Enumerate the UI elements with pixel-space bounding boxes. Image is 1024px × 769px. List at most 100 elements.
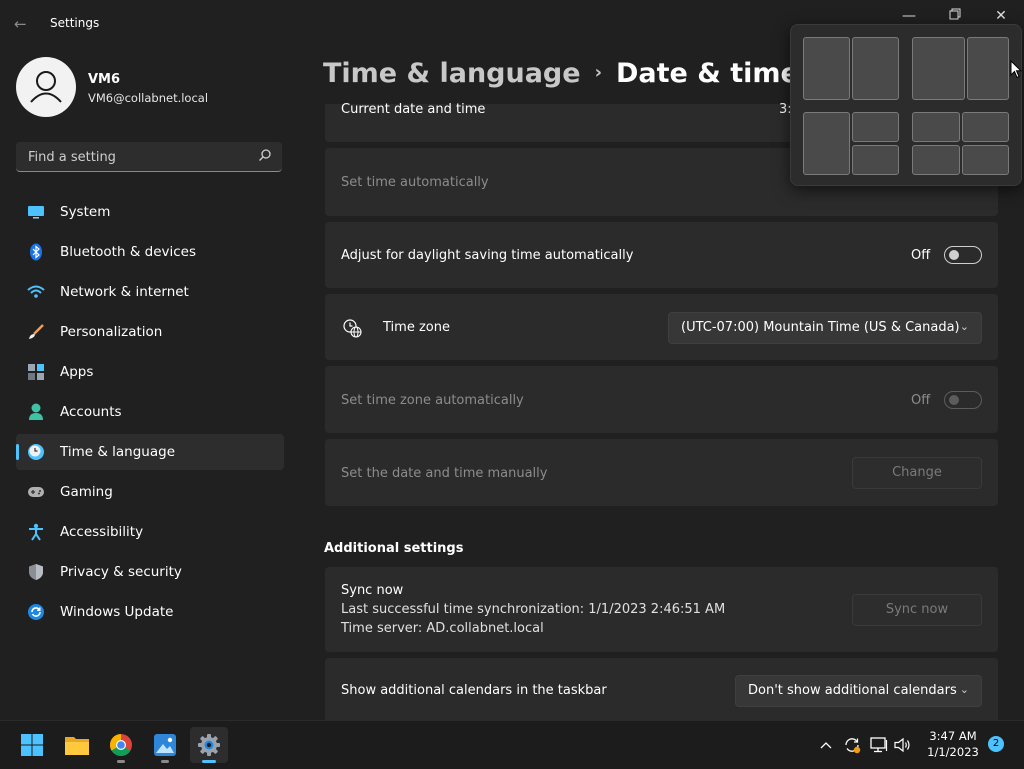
- snap-zone[interactable]: [962, 145, 1009, 175]
- sync-now-button[interactable]: Sync now: [852, 594, 982, 626]
- sidebar-item-label: Network & internet: [60, 284, 189, 300]
- calendars-value: Don't show additional calendars: [748, 683, 957, 698]
- sidebar-item-network[interactable]: Network & internet: [16, 274, 284, 310]
- shield-icon: [27, 563, 45, 581]
- time-zone-label: Time zone: [383, 320, 450, 335]
- set-time-zone-auto-label: Set time zone automatically: [341, 393, 524, 408]
- daylight-toggle[interactable]: [944, 246, 982, 264]
- sidebar-item-label: Apps: [60, 364, 94, 380]
- tz-toggle-state: Off: [911, 393, 931, 408]
- sidebar-nav: System Bluetooth & devices Network & int…: [16, 194, 284, 634]
- notification-badge[interactable]: 2: [988, 736, 1004, 752]
- time-zone-card: Time zone (UTC-07:00) Mountain Time (US …: [325, 294, 998, 360]
- taskbar-time: 3:47 AM: [929, 729, 977, 743]
- settings-button[interactable]: [190, 727, 228, 763]
- search-icon[interactable]: [258, 148, 272, 162]
- system-icon: [27, 203, 45, 221]
- sidebar-item-time-language[interactable]: Time & language: [16, 434, 284, 470]
- clock-globe-icon: [342, 318, 362, 342]
- person-icon: [30, 71, 62, 103]
- sidebar-item-label: Bluetooth & devices: [60, 244, 197, 260]
- additional-calendars-card: Show additional calendars in the taskbar…: [325, 658, 998, 720]
- snap-zone[interactable]: [962, 112, 1009, 142]
- sidebar-item-accounts[interactable]: Accounts: [16, 394, 284, 430]
- snap-zone[interactable]: [852, 145, 899, 175]
- brush-icon: [27, 323, 45, 341]
- bluetooth-icon: [27, 243, 45, 261]
- sidebar-item-label: Accessibility: [60, 524, 144, 540]
- volume-tray-icon[interactable]: [893, 735, 913, 755]
- taskbar-clock[interactable]: 3:47 AM 1/1/2023: [920, 728, 986, 760]
- user-email: VM6@collabnet.local: [88, 91, 209, 105]
- sidebar-item-label: Gaming: [60, 484, 113, 500]
- back-arrow-icon[interactable]: ←: [14, 14, 34, 34]
- snap-zone[interactable]: [912, 145, 960, 175]
- sync-tray-icon[interactable]: [842, 735, 862, 755]
- sync-now-title: Sync now: [341, 583, 404, 598]
- snap-zone[interactable]: [912, 37, 965, 100]
- sidebar-item-label: Privacy & security: [60, 564, 182, 580]
- restore-button[interactable]: [940, 8, 970, 24]
- tz-auto-toggle[interactable]: [944, 391, 982, 409]
- time-zone-dropdown[interactable]: (UTC-07:00) Mountain Time (US & Canada) …: [668, 312, 982, 344]
- sidebar-item-personalization[interactable]: Personalization: [16, 314, 284, 350]
- app-title: Settings: [50, 16, 100, 30]
- sidebar-item-system[interactable]: System: [16, 194, 284, 230]
- snap-zone[interactable]: [803, 37, 850, 100]
- windows-start-icon: [21, 734, 43, 756]
- snap-zone[interactable]: [912, 112, 960, 142]
- set-time-zone-auto-card: Set time zone automatically Off: [325, 366, 998, 433]
- breadcrumb: Time & language › Date & time: [323, 58, 799, 89]
- running-indicator: [161, 760, 169, 763]
- sidebar-item-gaming[interactable]: Gaming: [16, 474, 284, 510]
- taskbar-date: 1/1/2023: [927, 745, 979, 759]
- change-button[interactable]: Change: [852, 457, 982, 489]
- chrome-button[interactable]: [102, 727, 140, 763]
- sidebar-item-label: Personalization: [60, 324, 163, 340]
- wifi-icon: [27, 283, 45, 301]
- additional-settings-header: Additional settings: [324, 541, 464, 556]
- chevron-down-icon: ⌄: [959, 683, 969, 696]
- running-indicator: [117, 760, 125, 763]
- photos-button[interactable]: [146, 727, 184, 763]
- search-input[interactable]: [26, 147, 250, 167]
- snap-zone[interactable]: [803, 112, 850, 175]
- calendars-dropdown[interactable]: Don't show additional calendars ⌄: [735, 675, 982, 707]
- minimize-button[interactable]: —: [894, 8, 924, 24]
- daylight-saving-card: Adjust for daylight saving time automati…: [325, 222, 998, 288]
- breadcrumb-parent[interactable]: Time & language: [323, 58, 581, 89]
- file-explorer-icon: [65, 737, 89, 755]
- sidebar-item-accessibility[interactable]: Accessibility: [16, 514, 284, 550]
- clock-globe-icon: [27, 443, 45, 461]
- sidebar-item-windows-update[interactable]: Windows Update: [16, 594, 284, 630]
- avatar[interactable]: [16, 57, 76, 117]
- sidebar-item-privacy[interactable]: Privacy & security: [16, 554, 284, 590]
- snap-layouts-flyout: [790, 24, 1022, 186]
- show-hidden-icons-chevron-up-icon[interactable]: [818, 735, 834, 755]
- chrome-icon: [110, 734, 132, 756]
- last-sync-text: Last successful time synchronization: 1/…: [341, 602, 726, 617]
- taskbar: [0, 720, 1024, 769]
- sidebar-item-label: Windows Update: [60, 604, 174, 620]
- daylight-toggle-state: Off: [911, 248, 931, 263]
- additional-calendars-label: Show additional calendars in the taskbar: [341, 683, 607, 698]
- start-button[interactable]: [13, 727, 51, 763]
- search-box[interactable]: [16, 142, 282, 172]
- snap-zone[interactable]: [852, 112, 899, 142]
- user-name: VM6: [88, 72, 121, 87]
- file-explorer-button[interactable]: [58, 727, 96, 763]
- time-zone-value: (UTC-07:00) Mountain Time (US & Canada): [681, 320, 960, 335]
- accessibility-icon: [27, 523, 45, 541]
- snap-zone[interactable]: [967, 37, 1009, 100]
- sidebar-item-label: Accounts: [60, 404, 122, 420]
- close-button[interactable]: ✕: [986, 8, 1016, 24]
- time-server-text: Time server: AD.collabnet.local: [341, 621, 544, 636]
- sidebar-item-bluetooth[interactable]: Bluetooth & devices: [16, 234, 284, 270]
- snap-zone[interactable]: [852, 37, 899, 100]
- update-icon: [27, 603, 45, 621]
- sidebar-item-apps[interactable]: Apps: [16, 354, 284, 390]
- photos-icon: [154, 734, 176, 756]
- network-tray-icon[interactable]: [869, 735, 889, 755]
- person-icon: [27, 403, 45, 421]
- sidebar-item-label: Time & language: [60, 444, 176, 460]
